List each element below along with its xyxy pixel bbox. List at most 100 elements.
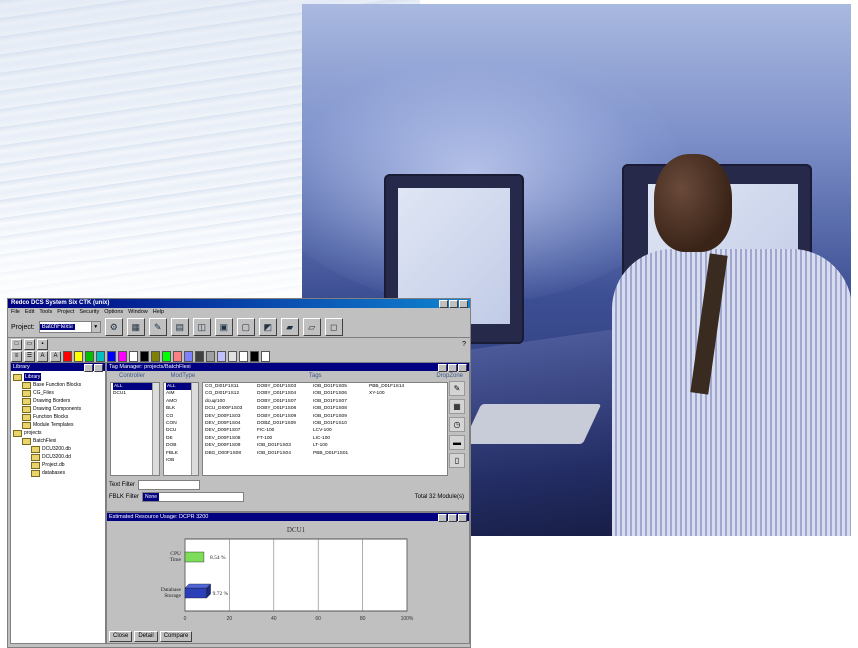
color-swatch-olive[interactable] bbox=[151, 350, 160, 362]
library-tree-item[interactable]: Drawing Components bbox=[13, 405, 103, 413]
tag-item[interactable] bbox=[369, 405, 425, 412]
color-swatch-green[interactable] bbox=[85, 350, 94, 362]
printer-icon[interactable]: ▬ bbox=[449, 435, 465, 450]
image-tool-icon[interactable]: ◩ bbox=[258, 318, 277, 336]
controller-list[interactable]: ALL DCU1 bbox=[110, 382, 160, 476]
copy-tool-icon[interactable]: ▱ bbox=[302, 318, 321, 336]
color-swatch-white-3[interactable] bbox=[261, 350, 270, 362]
new-file-icon[interactable]: □ bbox=[11, 338, 22, 350]
tag-item[interactable]: dcuqr100 bbox=[205, 398, 257, 405]
tag-item[interactable]: IOB_D01F1S09 bbox=[313, 413, 369, 420]
color-swatch-white[interactable] bbox=[129, 350, 138, 362]
color-swatch-white-2[interactable] bbox=[239, 350, 248, 362]
table-icon[interactable]: ▦ bbox=[449, 399, 465, 414]
color-swatch-black[interactable] bbox=[140, 350, 149, 362]
tag-item[interactable]: DOBY_D01F1S09 bbox=[257, 413, 313, 420]
tag-item[interactable]: LIC-100 bbox=[313, 435, 369, 442]
menu-tools[interactable]: Tools bbox=[39, 308, 52, 317]
tag-item[interactable]: DEV_D00F1S09 bbox=[205, 442, 257, 449]
close-button[interactable] bbox=[459, 300, 468, 308]
tag-manager-close-button[interactable] bbox=[458, 364, 467, 372]
tag-item[interactable]: LT-100 bbox=[313, 442, 369, 449]
tag-item[interactable] bbox=[369, 450, 425, 457]
library-tree-item[interactable]: DCU3200.db bbox=[13, 445, 103, 453]
tag-item[interactable]: IOB_D01F1S07 bbox=[313, 398, 369, 405]
resource-close-button[interactable] bbox=[458, 514, 467, 522]
tag-item[interactable] bbox=[369, 435, 425, 442]
chart-tool-icon[interactable]: ▣ bbox=[214, 318, 233, 336]
tag-item[interactable]: DEV_D00F1S04 bbox=[205, 420, 257, 427]
save-icon[interactable]: ▪ bbox=[37, 338, 48, 350]
menu-help[interactable]: Help bbox=[153, 308, 164, 317]
modtype-scrollbar[interactable] bbox=[191, 383, 198, 475]
color-swatch-blue[interactable] bbox=[107, 350, 116, 362]
chevron-down-icon[interactable]: ▼ bbox=[90, 322, 100, 332]
tag-manager-minimize-button[interactable] bbox=[438, 364, 447, 372]
library-tree-item[interactable]: Function Blocks bbox=[13, 413, 103, 421]
tag-item[interactable]: DOBY_D01F1S04 bbox=[257, 390, 313, 397]
open-folder-icon[interactable]: ▭ bbox=[24, 338, 35, 350]
pencil-icon[interactable]: ✎ bbox=[449, 381, 465, 396]
library-tree-item[interactable]: projects bbox=[13, 429, 103, 437]
help-icon[interactable]: ? bbox=[462, 341, 466, 348]
tag-item[interactable]: DEV_D00F1S08 bbox=[205, 435, 257, 442]
color-swatch-darkgray[interactable] bbox=[195, 350, 204, 362]
color-swatch-silver[interactable] bbox=[228, 350, 237, 362]
tag-item[interactable]: PBB_D01F1S01 bbox=[313, 450, 369, 457]
fblk-filter-select[interactable]: None bbox=[142, 492, 245, 502]
color-swatch-pink[interactable] bbox=[173, 350, 182, 362]
color-swatch-gray[interactable] bbox=[206, 350, 215, 362]
tag-item[interactable]: DEV_D00F1S07 bbox=[205, 427, 257, 434]
tag-item[interactable]: DOBY_D01F1S08 bbox=[257, 405, 313, 412]
tags-list[interactable]: CO_DI01F1S11 DOBY_D01F1S03 IOB_D01F1S05 PBB… bbox=[202, 382, 448, 476]
compare-button[interactable]: Compare bbox=[159, 631, 193, 642]
tag-item[interactable]: CO_DI01F1S12 bbox=[205, 390, 257, 397]
resource-maximize-button[interactable] bbox=[448, 514, 457, 522]
controller-item[interactable]: DCU1 bbox=[113, 390, 157, 397]
library-tree-item[interactable]: Project.db bbox=[13, 461, 103, 469]
controller-scrollbar[interactable] bbox=[152, 383, 159, 475]
minimize-button[interactable] bbox=[439, 300, 448, 308]
align-icon[interactable]: ≡ bbox=[11, 350, 22, 362]
tag-tool-icon[interactable]: ⚙ bbox=[104, 318, 123, 336]
tag-item[interactable]: IOB_D01F1S10 bbox=[313, 420, 369, 427]
tag-item[interactable]: DBG_D00F1S08 bbox=[205, 450, 257, 457]
window-tool-icon[interactable]: ◻ bbox=[324, 318, 343, 336]
library-tree-item[interactable]: CG_Files bbox=[13, 389, 103, 397]
tag-item[interactable]: IOB_D01F1S05 bbox=[313, 383, 369, 390]
resource-minimize-button[interactable] bbox=[438, 514, 447, 522]
tag-item[interactable]: IOB_D01F1S08 bbox=[313, 405, 369, 412]
tag-item[interactable]: IOB_D01F1S04 bbox=[257, 450, 313, 457]
tag-item[interactable]: FT-100 bbox=[257, 435, 313, 442]
tag-item[interactable]: XY-100 bbox=[369, 390, 425, 397]
text-icon[interactable]: A bbox=[37, 350, 48, 362]
grid-tool-icon[interactable]: ▦ bbox=[126, 318, 145, 336]
trash-icon[interactable]: ▯ bbox=[449, 453, 465, 468]
font-icon[interactable]: A bbox=[50, 350, 61, 362]
menu-window[interactable]: Window bbox=[128, 308, 148, 317]
color-swatch-red[interactable] bbox=[63, 350, 72, 362]
tag-item[interactable]: DOBY_D01F1S03 bbox=[257, 383, 313, 390]
library-tree-item[interactable]: Library bbox=[13, 373, 103, 381]
close-dialog-button[interactable]: Close bbox=[109, 631, 133, 642]
color-swatch-lavender[interactable] bbox=[184, 350, 193, 362]
menu-file[interactable]: File bbox=[11, 308, 20, 317]
tag-item[interactable]: IOB_D01F1S03 bbox=[257, 442, 313, 449]
color-swatch-cyan[interactable] bbox=[96, 350, 105, 362]
color-swatch-black-2[interactable] bbox=[250, 350, 259, 362]
maximize-button[interactable] bbox=[449, 300, 458, 308]
library-minimize-button[interactable] bbox=[84, 364, 93, 372]
library-tree-item[interactable]: BatchFlexi bbox=[13, 437, 103, 445]
library-tree-item[interactable]: DCU3200.dd bbox=[13, 453, 103, 461]
color-swatch-magenta[interactable] bbox=[118, 350, 127, 362]
tag-item[interactable]: DOBY_D01F1S07 bbox=[257, 398, 313, 405]
clock-icon[interactable]: ◷ bbox=[449, 417, 465, 432]
library-tree-item[interactable]: Module Templates bbox=[13, 421, 103, 429]
tag-item[interactable] bbox=[369, 427, 425, 434]
menu-edit[interactable]: Edit bbox=[25, 308, 34, 317]
panel-tool-icon[interactable]: ◫ bbox=[192, 318, 211, 336]
tag-item[interactable]: DOBZ_D01F1S09 bbox=[257, 420, 313, 427]
tag-item[interactable] bbox=[369, 413, 425, 420]
library-tree-item[interactable]: Drawing Borders bbox=[13, 397, 103, 405]
detail-button[interactable]: Detail bbox=[134, 631, 158, 642]
